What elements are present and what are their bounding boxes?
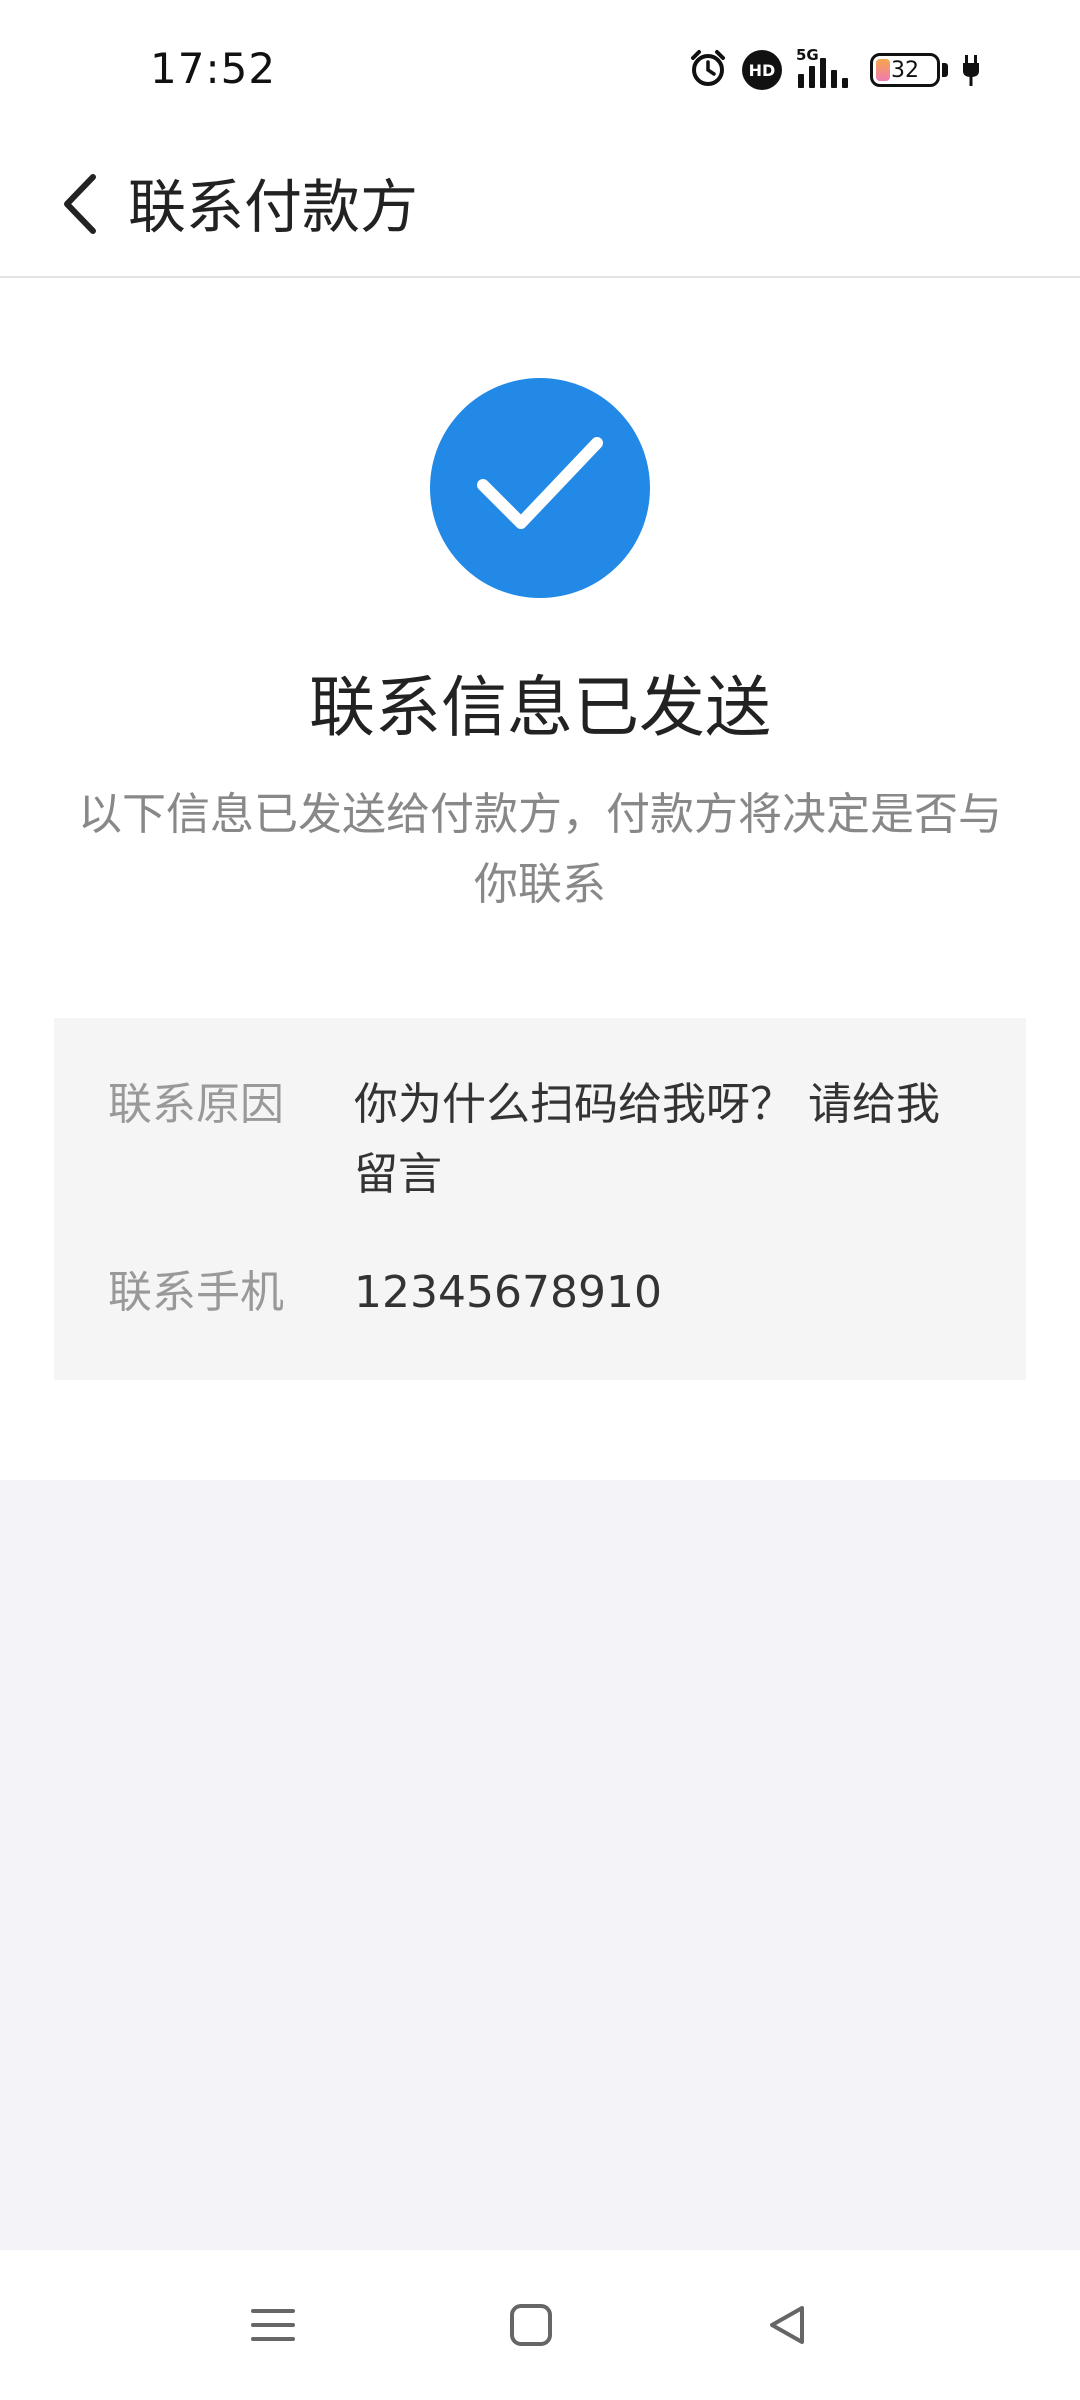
battery-icon: 32 xyxy=(870,53,940,87)
status-icons: HD 5G 32 xyxy=(688,46,980,92)
empty-background-area xyxy=(0,1480,1080,2250)
success-check-icon xyxy=(430,378,650,598)
contact-phone-label: 联系手机 xyxy=(108,1267,284,1318)
system-back-button[interactable] xyxy=(752,2290,822,2360)
system-navigation-bar xyxy=(0,2250,1080,2400)
battery-cap xyxy=(942,63,948,77)
battery-level: 32 xyxy=(891,57,919,83)
chevron-left-icon xyxy=(64,174,96,234)
page-title: 联系付款方 xyxy=(128,173,419,241)
alarm-icon xyxy=(688,48,728,92)
success-title: 联系信息已发送 xyxy=(309,669,771,746)
signal-icon: 5G xyxy=(796,46,856,90)
contact-reason-label: 联系原因 xyxy=(108,1079,284,1130)
contact-phone-row: 联系手机 12345678910 xyxy=(108,1258,954,1328)
hd-icon: HD xyxy=(742,50,782,90)
home-button[interactable] xyxy=(496,2290,566,2360)
status-time: 17:52 xyxy=(150,44,277,93)
square-icon xyxy=(510,2304,552,2346)
back-button[interactable] xyxy=(40,164,120,244)
contact-reason-value: 你为什么扫码给我呀？ 请给我留言 xyxy=(354,1079,940,1200)
charging-plug-icon xyxy=(962,53,980,87)
contact-phone-value: 12345678910 xyxy=(354,1267,662,1318)
recent-apps-button[interactable] xyxy=(238,2290,308,2360)
triangle-back-icon xyxy=(770,2306,804,2344)
top-app-bar: 联系付款方 xyxy=(0,130,1080,278)
status-bar: 17:52 HD 5G 32 xyxy=(0,0,1080,130)
contact-info-card: 联系原因 你为什么扫码给我呀？ 请给我留言 联系手机 12345678910 xyxy=(54,1018,1026,1380)
contact-reason-row: 联系原因 你为什么扫码给我呀？ 请给我留言 xyxy=(108,1070,954,1210)
menu-icon xyxy=(251,2309,295,2341)
success-description: 以下信息已发送给付款方，付款方将决定是否与你联系 xyxy=(78,789,1002,910)
